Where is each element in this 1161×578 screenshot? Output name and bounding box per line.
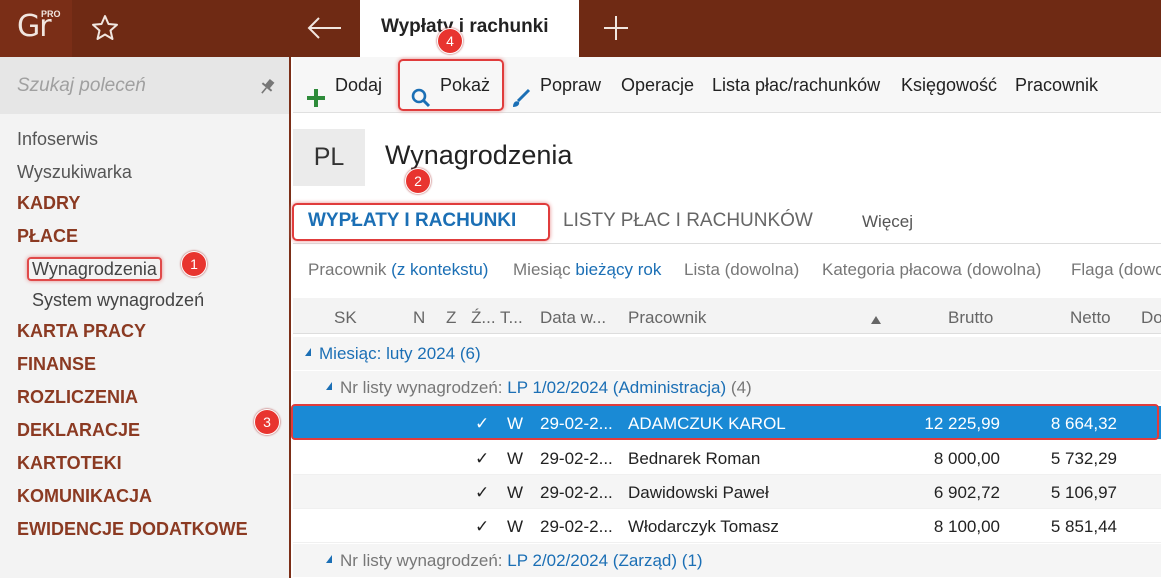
show-button-highlight	[398, 59, 504, 111]
row-date: 29-02-2...	[540, 449, 613, 468]
tab-listy-plac[interactable]: LISTY PŁAC I RACHUNKÓW	[563, 210, 813, 232]
tab-wyplaty-i-rachunki[interactable]: Wypłaty i rachunki	[360, 0, 579, 57]
callout-marker-2: 2	[405, 168, 431, 194]
sidebar-item-system-wynagrodzen[interactable]: System wynagrodzeń	[0, 285, 289, 316]
sort-ascending-icon	[870, 310, 882, 330]
row-date: 29-02-2...	[540, 483, 613, 502]
filter-month[interactable]: Miesiąc bieżący rok	[513, 260, 661, 280]
column-net[interactable]: Netto	[1070, 308, 1111, 328]
collapse-triangle-icon[interactable]	[305, 348, 311, 356]
row-employee: Włodarczyk Tomasz	[628, 517, 779, 536]
row-type: W	[507, 517, 524, 536]
column-sk[interactable]: SK	[334, 308, 357, 328]
sidebar-item-komunikacja[interactable]: KOMUNIKACJA	[0, 481, 289, 514]
status-check: ✓	[475, 517, 490, 536]
page-title: Wynagrodzenia	[385, 140, 573, 170]
column-z2[interactable]: Ź...	[471, 308, 496, 328]
callout-marker-1: 1	[181, 251, 207, 277]
table-row[interactable]: ✓ W 29-02-2... Bednarek Roman 8 000,00 5…	[293, 441, 1161, 475]
filter-employee[interactable]: Pracownik (z kontekstu)	[308, 260, 488, 280]
table-row[interactable]: ✓ W 29-02-2... Dawidowski Paweł 6 902,72…	[293, 475, 1161, 509]
collapse-triangle-icon[interactable]	[326, 555, 332, 563]
group-list-2[interactable]: Nr listy wynagrodzeń: LP 2/02/2024 (Zarz…	[293, 544, 1161, 577]
callout-marker-4: 4	[437, 28, 463, 54]
group-list-1[interactable]: Nr listy wynagrodzeń: LP 1/02/2024 (Admi…	[293, 371, 1161, 404]
sidebar-nav: Infoserwis Wyszukiwarka KADRY PŁACE Wyna…	[0, 124, 289, 547]
row-type: W	[507, 483, 524, 502]
sidebar-item-wynagrodzenia[interactable]: Wynagrodzenia	[0, 254, 289, 285]
command-search	[0, 57, 289, 114]
brush-icon	[510, 75, 532, 108]
column-gross[interactable]: Brutto	[948, 308, 993, 328]
table-row[interactable]: ✓ W 29-02-2... Włodarczyk Tomasz 8 100,0…	[293, 509, 1161, 543]
row-gross: 8 100,00	[933, 517, 1000, 536]
filter-flag[interactable]: Flaga (dowolna)	[1071, 260, 1161, 280]
toolbar: Dodaj Pokaż Popraw Operacje Lista płac/r…	[293, 57, 1161, 113]
pin-icon[interactable]	[257, 77, 277, 97]
sidebar-item-label: Wynagrodzenia	[27, 257, 162, 281]
filter-bar: Pracownik (z kontekstu) Miesiąc bieżący …	[293, 252, 1161, 288]
column-n[interactable]: N	[413, 308, 425, 328]
sidebar-item-ewidencje-dodatkowe[interactable]: EWIDENCJE DODATKOWE	[0, 514, 289, 547]
column-employee[interactable]: Pracownik	[628, 308, 706, 328]
sidebar-item-kartoteki[interactable]: KARTOTEKI	[0, 448, 289, 481]
active-tab-highlight	[292, 203, 550, 241]
sidebar: Infoserwis Wyszukiwarka KADRY PŁACE Wyna…	[0, 57, 291, 578]
group-month[interactable]: Miesiąc: luty 2024 (6)	[293, 337, 1161, 370]
operations-button[interactable]: Operacje	[621, 57, 694, 113]
app-logo[interactable]: Gr PRO	[0, 0, 72, 57]
row-gross: 8 000,00	[933, 449, 1000, 468]
favorites-star-icon[interactable]	[90, 13, 120, 43]
sidebar-item-rozliczenia[interactable]: ROZLICZENIA	[0, 382, 289, 415]
row-net: 5 851,44	[1050, 517, 1117, 536]
selected-row-highlight	[291, 404, 1159, 440]
sidebar-item-wyszukiwarka[interactable]: Wyszukiwarka	[0, 157, 289, 188]
collapse-triangle-icon[interactable]	[326, 382, 332, 390]
status-check: ✓	[475, 483, 490, 502]
module-badge: PL	[293, 129, 365, 186]
column-date[interactable]: Data w...	[540, 308, 606, 328]
payroll-list-button[interactable]: Lista płac/rachunków	[712, 57, 880, 113]
column-t[interactable]: T...	[500, 308, 523, 328]
sidebar-item-kadry[interactable]: KADRY	[0, 188, 289, 221]
new-tab-plus-icon[interactable]	[600, 12, 632, 44]
command-search-input[interactable]	[17, 71, 237, 101]
edit-label: Popraw	[540, 75, 602, 95]
logo-pro-label: PRO	[41, 9, 61, 19]
tab-label: Wypłaty i rachunki	[381, 16, 549, 37]
sidebar-item-infoserwis[interactable]: Infoserwis	[0, 124, 289, 157]
row-employee: Dawidowski Paweł	[628, 483, 769, 502]
filter-list[interactable]: Lista (dowolna)	[684, 260, 799, 280]
row-net: 5 106,97	[1050, 483, 1117, 502]
tab-more[interactable]: Więcej	[862, 212, 913, 232]
column-next[interactable]: Do	[1141, 308, 1161, 328]
sidebar-item-finanse[interactable]: FINANSE	[0, 349, 289, 382]
add-button[interactable]: Dodaj	[305, 57, 382, 113]
row-gross: 6 902,72	[933, 483, 1000, 502]
accounting-button[interactable]: Księgowość	[901, 57, 997, 113]
status-check: ✓	[475, 449, 490, 468]
title-bar: Gr PRO Wypłaty i rachunki	[0, 0, 1161, 57]
employee-button[interactable]: Pracownik	[1015, 57, 1098, 113]
sidebar-item-karta-pracy[interactable]: KARTA PRACY	[0, 316, 289, 349]
filter-category[interactable]: Kategoria płacowa (dowolna)	[822, 260, 1041, 280]
back-arrow-icon[interactable]	[305, 12, 345, 44]
plus-icon	[305, 75, 327, 108]
row-employee: Bednarek Roman	[628, 449, 761, 468]
grid-header: SK N Z Ź... T... Data w... Pracownik Bru…	[293, 298, 1161, 334]
sidebar-item-deklaracje[interactable]: DEKLARACJE	[0, 415, 289, 448]
row-type: W	[507, 449, 524, 468]
column-z[interactable]: Z	[446, 308, 456, 328]
add-label: Dodaj	[335, 75, 383, 95]
row-net: 5 732,29	[1050, 449, 1117, 468]
callout-marker-3: 3	[254, 409, 280, 435]
row-date: 29-02-2...	[540, 517, 613, 536]
sidebar-item-place[interactable]: PŁACE	[0, 221, 289, 254]
edit-button[interactable]: Popraw	[510, 57, 601, 113]
